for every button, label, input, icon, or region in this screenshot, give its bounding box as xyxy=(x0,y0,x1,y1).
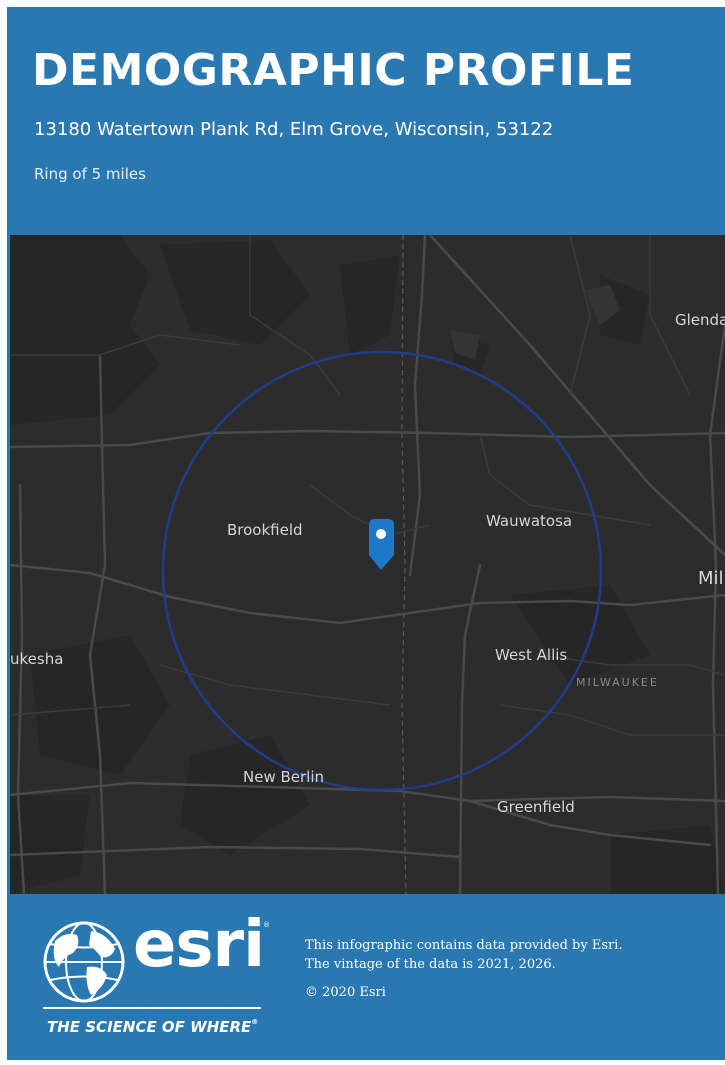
report-page: DEMOGRAPHIC PROFILE 13180 Watertown Plan… xyxy=(7,7,725,1060)
globe-icon xyxy=(43,921,125,1003)
ring-description: Ring of 5 miles xyxy=(34,165,146,183)
notice-line-2: The vintage of the data is 2021, 2026. xyxy=(305,957,556,972)
report-title: DEMOGRAPHIC PROFILE xyxy=(32,45,635,96)
map-label-wauwatosa: Wauwatosa xyxy=(486,512,572,530)
map-canvas: Glendal Brookfield Wauwatosa Mil ukesha … xyxy=(10,235,725,894)
map-label-new-berlin: New Berlin xyxy=(243,768,324,786)
map-label-greenfield: Greenfield xyxy=(497,798,575,816)
site-address: 13180 Watertown Plank Rd, Elm Grove, Wis… xyxy=(34,119,554,140)
map-label-milwaukee-county: MILWAUKEE xyxy=(576,676,659,689)
esri-wordmark: esri xyxy=(133,908,265,982)
map-label-glendale: Glendal xyxy=(675,311,725,329)
tagline-registered-mark: ® xyxy=(251,1018,259,1026)
registered-mark: ® xyxy=(263,921,270,929)
data-notice: This infographic contains data provided … xyxy=(305,936,623,1002)
esri-logo[interactable]: esri ® THE SCIENCE OF WHERE® xyxy=(41,913,281,1049)
map-label-milwaukee-city: Mil xyxy=(698,568,724,589)
notice-line-1: This infographic contains data provided … xyxy=(305,938,623,953)
tagline-text: THE SCIENCE OF WHERE xyxy=(47,1018,252,1036)
map-label-waukesha: ukesha xyxy=(10,650,63,668)
map-label-west-allis: West Allis xyxy=(495,646,567,664)
esri-tagline: THE SCIENCE OF WHERE® xyxy=(47,1018,258,1036)
report-header: DEMOGRAPHIC PROFILE 13180 Watertown Plan… xyxy=(7,7,725,235)
map-label-brookfield: Brookfield xyxy=(227,521,303,539)
logo-divider xyxy=(43,1007,261,1009)
copyright-text: © 2020 Esri xyxy=(305,985,386,1000)
report-footer: esri ® THE SCIENCE OF WHERE® This infogr… xyxy=(7,894,725,1060)
location-map[interactable]: Glendal Brookfield Wauwatosa Mil ukesha … xyxy=(10,235,725,894)
